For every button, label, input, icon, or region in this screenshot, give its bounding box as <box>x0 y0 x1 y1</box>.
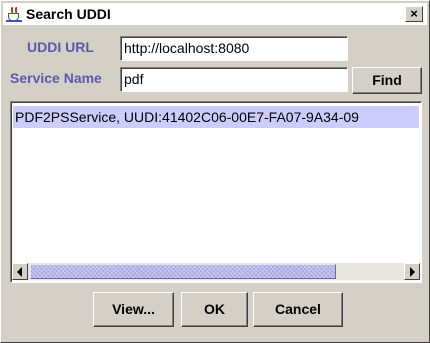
scroll-left-button[interactable] <box>12 263 28 280</box>
find-button[interactable]: Find <box>352 67 422 94</box>
cancel-button[interactable]: Cancel <box>253 292 343 327</box>
uddi-url-field[interactable]: http://localhost:8080 <box>120 36 348 61</box>
service-name-field[interactable]: pdf <box>120 67 348 92</box>
service-name-label: Service Name <box>10 70 102 86</box>
search-uddi-dialog: Search UDDI × UDDI URL http://localhost:… <box>0 0 430 343</box>
list-item-selected[interactable]: PDF2PSService, UUDI:41402C06-00E7-FA07-9… <box>13 106 419 128</box>
scroll-right-button[interactable] <box>404 263 420 280</box>
title-bar[interactable]: Search UDDI × <box>3 3 427 25</box>
scroll-right-arrow-icon <box>410 267 415 277</box>
close-button[interactable]: × <box>405 6 423 22</box>
scroll-left-arrow-icon <box>17 267 22 277</box>
uddi-url-label: UDDI URL <box>27 39 94 55</box>
java-cup-icon <box>6 6 22 22</box>
scroll-thumb[interactable] <box>30 264 336 279</box>
horizontal-scrollbar[interactable] <box>12 263 420 280</box>
ok-button[interactable]: OK <box>181 292 248 327</box>
results-list[interactable]: PDF2PSService, UUDI:41402C06-00E7-FA07-9… <box>10 101 422 283</box>
view-button[interactable]: View... <box>93 292 174 327</box>
window-title: Search UDDI <box>26 6 111 22</box>
